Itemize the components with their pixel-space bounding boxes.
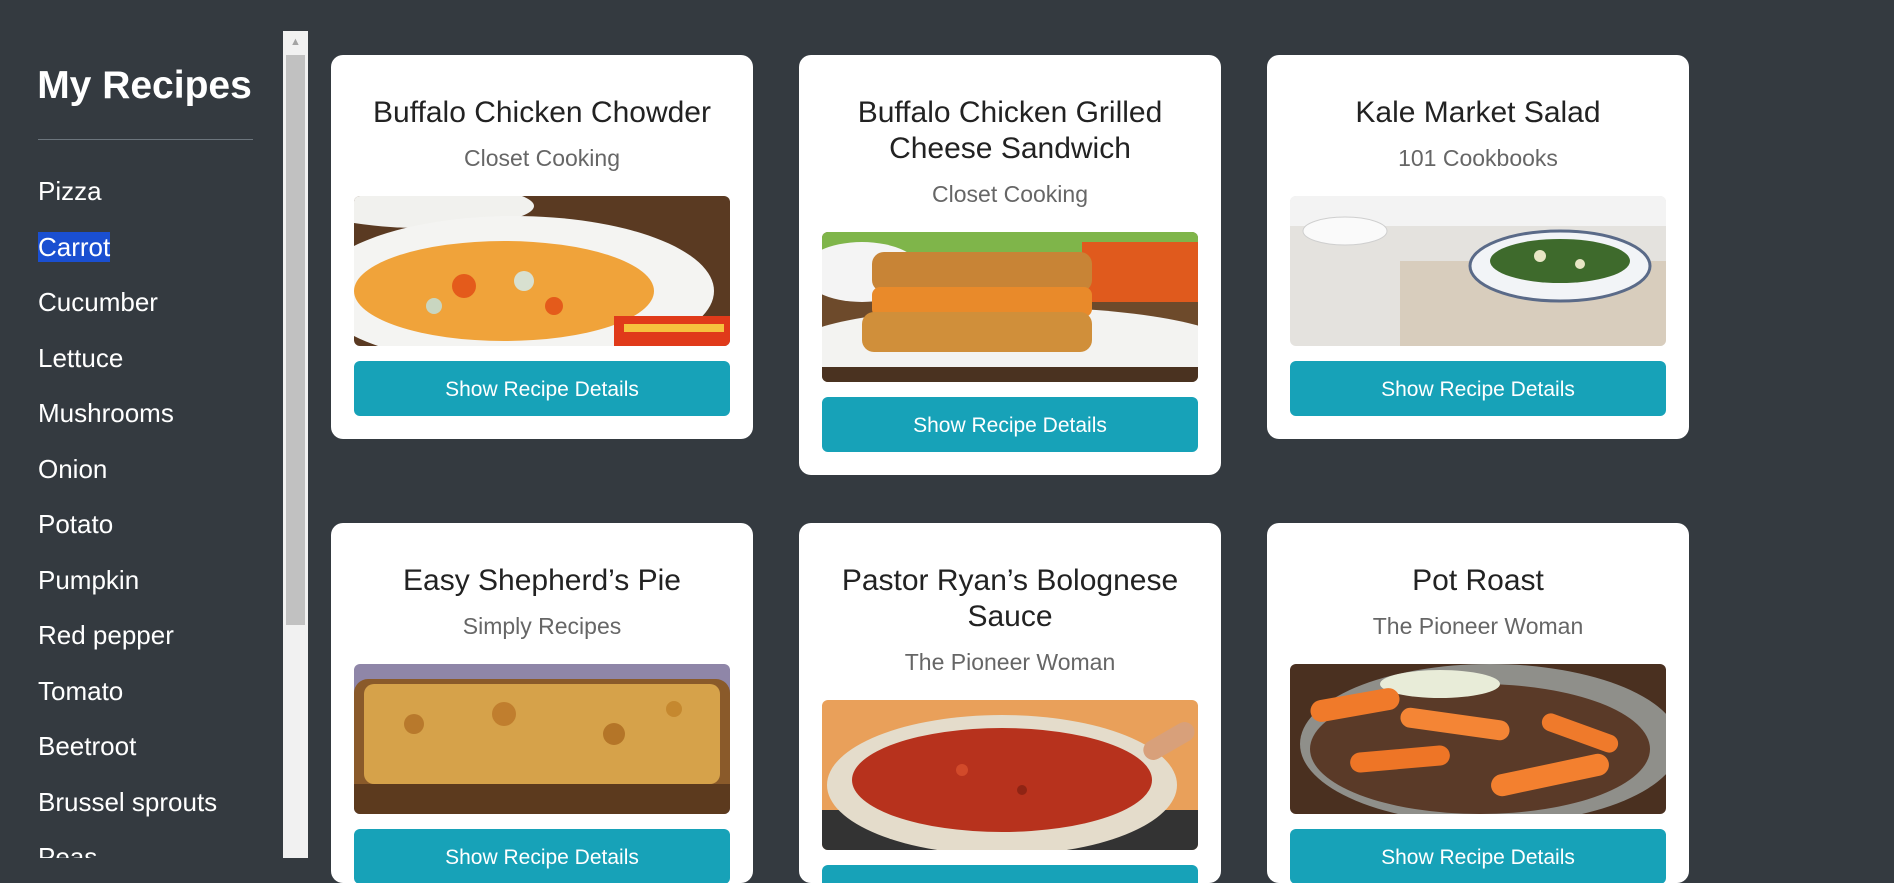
show-recipe-details-button[interactable]: Show Recipe Details [1290, 361, 1666, 416]
show-recipe-details-button[interactable]: Show Recipe Details [354, 829, 730, 883]
ingredient-item-beetroot[interactable]: Beetroot [38, 728, 217, 784]
recipe-source: 101 Cookbooks [1398, 145, 1558, 171]
show-recipe-details-button[interactable]: Show Recipe Details [822, 397, 1198, 452]
sidebar-scrollbar[interactable]: ▲ [283, 31, 308, 858]
ingredient-item-brussel-sprouts[interactable]: Brussel sprouts [38, 784, 217, 840]
sidebar-title: My Recipes [37, 64, 252, 107]
recipe-title: Pot Roast [1412, 564, 1544, 597]
show-recipe-details-button[interactable]: Show Recipe Details [822, 865, 1198, 883]
ingredient-list: Pizza Carrot Cucumber Lettuce Mushrooms … [38, 173, 217, 858]
sidebar-divider [38, 139, 253, 140]
recipe-image [354, 196, 730, 346]
recipe-source: The Pioneer Woman [904, 649, 1116, 675]
recipe-title: Buffalo Chicken Chowder [373, 96, 711, 129]
recipe-card: Buffalo Chicken Chowder Closet Cooking S… [331, 55, 753, 439]
ingredient-item-lettuce[interactable]: Lettuce [38, 340, 217, 396]
sidebar: My Recipes Pizza Carrot Cucumber Lettuce… [0, 0, 283, 858]
scroll-up-arrow-icon[interactable]: ▲ [283, 31, 308, 53]
ingredient-item-cucumber[interactable]: Cucumber [38, 284, 217, 340]
recipe-title: Buffalo Chicken Grilled Cheese Sandwich [857, 96, 1163, 165]
recipe-title: Easy Shepherd’s Pie [403, 564, 681, 597]
recipe-title: Kale Market Salad [1355, 96, 1601, 129]
ingredient-item-potato[interactable]: Potato [38, 506, 217, 562]
recipe-image [822, 700, 1198, 850]
ingredient-item-onion[interactable]: Onion [38, 451, 217, 507]
recipe-source: Simply Recipes [462, 613, 622, 639]
show-recipe-details-button[interactable]: Show Recipe Details [354, 361, 730, 416]
ingredient-item-pizza[interactable]: Pizza [38, 173, 217, 229]
recipe-title: Pastor Ryan’s Bolognese Sauce [841, 564, 1179, 633]
ingredient-item-peas[interactable]: Peas [38, 839, 217, 858]
recipe-source: Closet Cooking [932, 181, 1088, 207]
ingredient-item-mushrooms[interactable]: Mushrooms [38, 395, 217, 451]
ingredient-item-tomato[interactable]: Tomato [38, 673, 217, 729]
recipe-source: The Pioneer Woman [1372, 613, 1584, 639]
scrollbar-thumb[interactable] [286, 55, 305, 625]
show-recipe-details-button[interactable]: Show Recipe Details [1290, 829, 1666, 883]
recipe-card: Pot Roast The Pioneer Woman Show Recipe … [1267, 523, 1689, 883]
recipe-image [354, 664, 730, 814]
recipe-card: Buffalo Chicken Grilled Cheese Sandwich … [799, 55, 1221, 475]
recipe-source: Closet Cooking [464, 145, 620, 171]
recipe-image [1290, 196, 1666, 346]
recipe-card: Kale Market Salad 101 Cookbooks Show Rec… [1267, 55, 1689, 439]
recipe-card: Pastor Ryan’s Bolognese Sauce The Pionee… [799, 523, 1221, 883]
recipe-card: Easy Shepherd’s Pie Simply Recipes Show … [331, 523, 753, 883]
ingredient-item-red-pepper[interactable]: Red pepper [38, 617, 217, 673]
recipe-image [1290, 664, 1666, 814]
ingredient-item-carrot[interactable]: Carrot [38, 229, 217, 285]
recipe-image [822, 232, 1198, 382]
ingredient-item-pumpkin[interactable]: Pumpkin [38, 562, 217, 618]
